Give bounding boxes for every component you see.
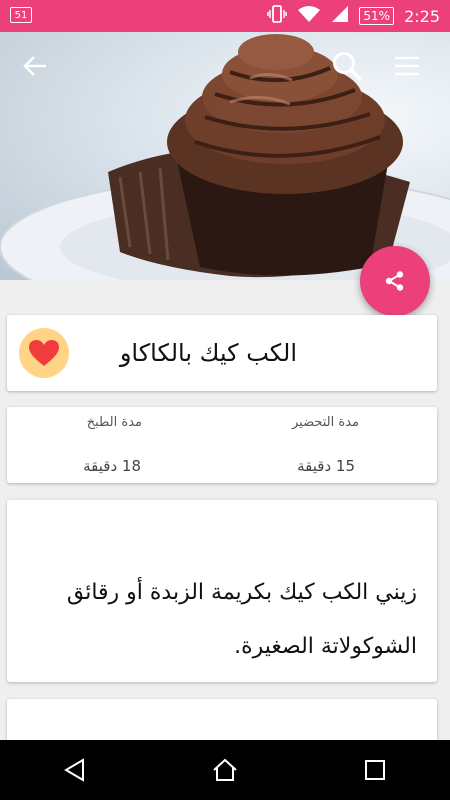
nav-back-button[interactable]: [55, 750, 95, 790]
status-icons: 51% 2:25: [267, 0, 440, 32]
battery-indicator: 51%: [359, 7, 395, 25]
clock: 2:25: [404, 6, 440, 26]
system-nav-bar: [0, 740, 450, 800]
hamburger-menu-icon: [395, 56, 419, 76]
hero-image: [0, 32, 450, 280]
back-button[interactable]: [19, 50, 51, 82]
nav-recents-button[interactable]: [355, 750, 395, 790]
nav-home-button[interactable]: [205, 750, 245, 790]
favorite-button[interactable]: [19, 328, 69, 378]
vibrate-icon: [267, 5, 288, 27]
nav-recents-icon: [365, 760, 385, 780]
cupcake-illustration: [0, 34, 450, 280]
recipe-description-card: زيني الكب كيك بكريمة الزبدة أو رقائق الش…: [7, 500, 437, 682]
cook-time-label: مدة الطبخ: [86, 415, 142, 430]
status-bar: 51 51% 2:25: [0, 0, 450, 32]
heart-icon: [29, 340, 59, 366]
nav-back-icon: [64, 758, 84, 782]
prep-time-label: مدة التحضير: [292, 415, 359, 430]
share-icon: [385, 271, 404, 291]
wifi-icon: [297, 5, 321, 27]
menu-button[interactable]: [391, 50, 423, 82]
recipe-title-card: الكب كيك بالكاكاو: [7, 315, 437, 391]
recipe-times-card: مدة التحضير 15 دقيقة مدة الطبخ 18 دقيقة: [7, 407, 437, 483]
recipe-description: زيني الكب كيك بكريمة الزبدة أو رقائق الش…: [66, 580, 417, 659]
recipe-title: الكب كيك بالكاكاو: [119, 339, 297, 367]
search-icon: [333, 52, 363, 82]
nav-home-icon: [213, 758, 237, 781]
cook-time-value: 18 دقيقة: [83, 457, 141, 475]
search-button[interactable]: [331, 50, 363, 82]
prep-time-value: 15 دقيقة: [297, 457, 355, 475]
arrow-back-icon: [23, 56, 46, 76]
signal-icon: [331, 5, 349, 27]
notification-indicator: 51: [10, 7, 32, 23]
share-button[interactable]: [360, 246, 430, 316]
